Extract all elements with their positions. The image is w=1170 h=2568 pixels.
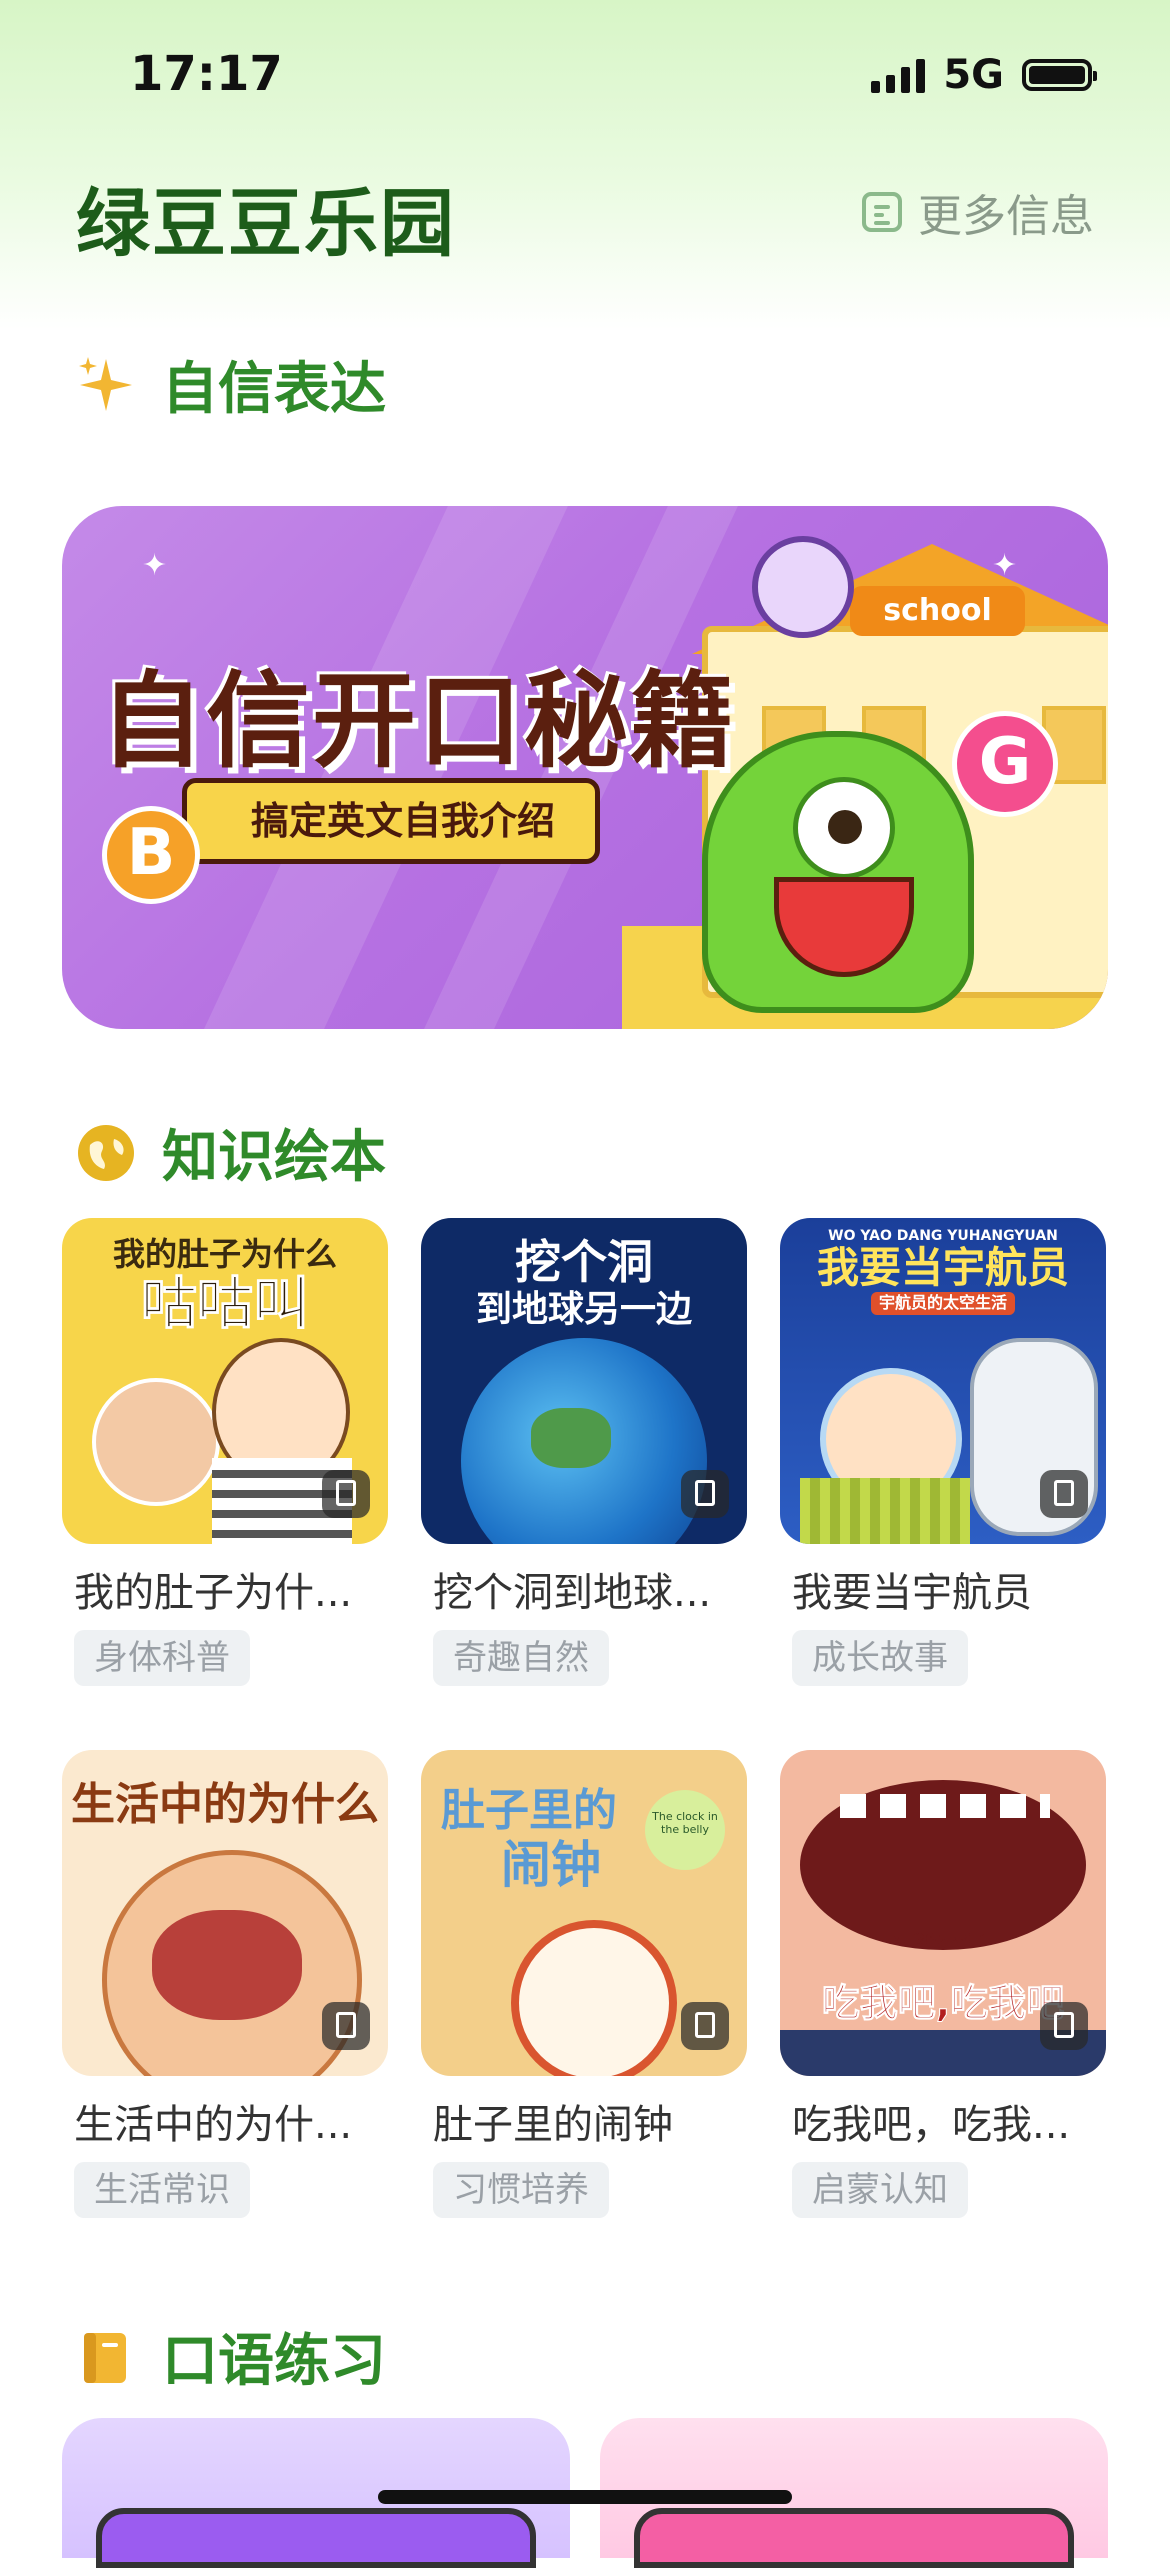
- status-indicators: 5G: [871, 52, 1097, 98]
- app-title: 绿豆豆乐园: [76, 181, 456, 267]
- book-title: 吃我吧，吃我...: [792, 2102, 1071, 2148]
- alarm-clock-illustration: [511, 1920, 677, 2076]
- book-icon: [322, 2002, 370, 2050]
- cover-title: 肚子里的 闹钟: [441, 1785, 617, 1894]
- green-jacket: [800, 1478, 970, 1544]
- book-tag: 习惯培养: [433, 2162, 609, 2218]
- upper-teeth: [840, 1794, 1050, 1818]
- book-card[interactable]: 肚子里的 闹钟 The clock in the belly 肚子里的闹钟 习惯…: [421, 1750, 747, 2218]
- school-sign: school: [850, 586, 1025, 636]
- globe-icon: [76, 1123, 136, 1183]
- book-title: 我要当宇航员: [792, 1570, 1032, 1616]
- practice-card[interactable]: [600, 2418, 1108, 2568]
- book-tag: 启蒙认知: [792, 2162, 968, 2218]
- book-tag: 成长故事: [792, 1630, 968, 1686]
- cover-title: WO YAO DANG YUHANGYUAN 我要当宇航员 宇航员的太空生活: [780, 1228, 1106, 1315]
- book-icon: [322, 1470, 370, 1518]
- book-title: 肚子里的闹钟: [433, 2102, 673, 2148]
- section-title: 知识绘本: [162, 1125, 386, 1190]
- cover-title: 挖个洞 到地球另一边: [475, 1235, 692, 1330]
- section-title: 口语练习: [162, 2329, 386, 2394]
- battery-icon: [1022, 59, 1097, 91]
- book-card[interactable]: 生活中的为什么 生活中的为什... 生活常识: [62, 1750, 388, 2218]
- book-cover: 哎！我的牙齿掉了！ 吃我吧,吃我吧: [780, 1750, 1106, 2076]
- network-type: 5G: [943, 52, 1004, 98]
- letter-b-character: B: [102, 806, 200, 904]
- section-title: 自信表达: [162, 357, 386, 422]
- monster-mouth: [774, 877, 914, 977]
- book-card[interactable]: 挖个洞 到地球另一边 挖个洞到地球... 奇趣自然: [421, 1218, 747, 1686]
- book-title: 我的肚子为什...: [74, 1570, 353, 1616]
- book-cover: WO YAO DANG YUHANGYUAN 我要当宇航员 宇航员的太空生活: [780, 1218, 1106, 1544]
- book-card[interactable]: 哎！我的牙齿掉了！ 吃我吧,吃我吧 吃我吧，吃我... 启蒙认知: [780, 1750, 1106, 2218]
- book-icon: [681, 1470, 729, 1518]
- letter-g-character: G: [952, 711, 1058, 817]
- cover-title: 生活中的为什么: [71, 1779, 379, 1830]
- book-tag: 身体科普: [74, 1630, 250, 1686]
- book-icon: [681, 2002, 729, 2050]
- monster-eye: [793, 777, 895, 879]
- book-icon: [1040, 2002, 1088, 2050]
- cover-title: 我的肚子为什么 咕咕叫: [112, 1235, 337, 1337]
- sparkle-icon: ✦: [992, 548, 1018, 583]
- green-monster-character: [702, 731, 974, 1013]
- more-info-button[interactable]: 更多信息: [862, 180, 1094, 244]
- home-indicator[interactable]: [378, 2490, 792, 2504]
- book-card[interactable]: WO YAO DANG YUHANGYUAN 我要当宇航员 宇航员的太空生活 我…: [780, 1218, 1106, 1686]
- banner-title: 自信开口秘籍: [100, 660, 737, 782]
- book-icon: [1040, 1470, 1088, 1518]
- banner-subtitle: 搞定英文自我介绍: [182, 778, 601, 864]
- continent-illustration: [531, 1408, 611, 1468]
- practice-card-button: [634, 2508, 1074, 2568]
- info-list-icon: [862, 192, 902, 232]
- section-header-knowledge-books: 知识绘本: [76, 1112, 386, 1193]
- section-header-oral-practice: 口语练习: [76, 2316, 386, 2397]
- book-title: 生活中的为什...: [74, 2102, 353, 2148]
- practice-card[interactable]: [62, 2418, 570, 2568]
- alarm-clock-icon: [752, 536, 854, 638]
- book-cover: 挖个洞 到地球另一边: [421, 1218, 747, 1544]
- book-title: 挖个洞到地球...: [433, 1570, 712, 1616]
- teeth-illustration: [152, 1910, 302, 2020]
- sparkle-icon: ✦: [142, 548, 168, 583]
- book-cover: 生活中的为什么: [62, 1750, 388, 2076]
- status-time: 17:17: [130, 46, 283, 102]
- confident-speaking-banner[interactable]: school 自信开口秘籍 搞定英文自我介绍 B G ✦ ✦: [62, 506, 1108, 1029]
- sparkle-icon: [76, 355, 136, 415]
- book-tag: 奇趣自然: [433, 1630, 609, 1686]
- book-card[interactable]: 我的肚子为什么 咕咕叫 我的肚子为什... 身体科普: [62, 1218, 388, 1686]
- stomach-illustration: [92, 1378, 220, 1506]
- english-title-badge: The clock in the belly: [645, 1790, 725, 1870]
- book-cover: 肚子里的 闹钟 The clock in the belly: [421, 1750, 747, 2076]
- book-tag: 生活常识: [74, 2162, 250, 2218]
- cover-subtitle: 哎！我的牙齿掉了！: [888, 1932, 997, 1946]
- more-info-label: 更多信息: [918, 191, 1094, 242]
- signal-icon: [871, 57, 926, 93]
- practice-card-button: [96, 2508, 536, 2568]
- section-header-confident-expression: 自信表达: [76, 344, 386, 425]
- notebook-icon: [76, 2327, 136, 2387]
- book-cover: 我的肚子为什么 咕咕叫: [62, 1218, 388, 1544]
